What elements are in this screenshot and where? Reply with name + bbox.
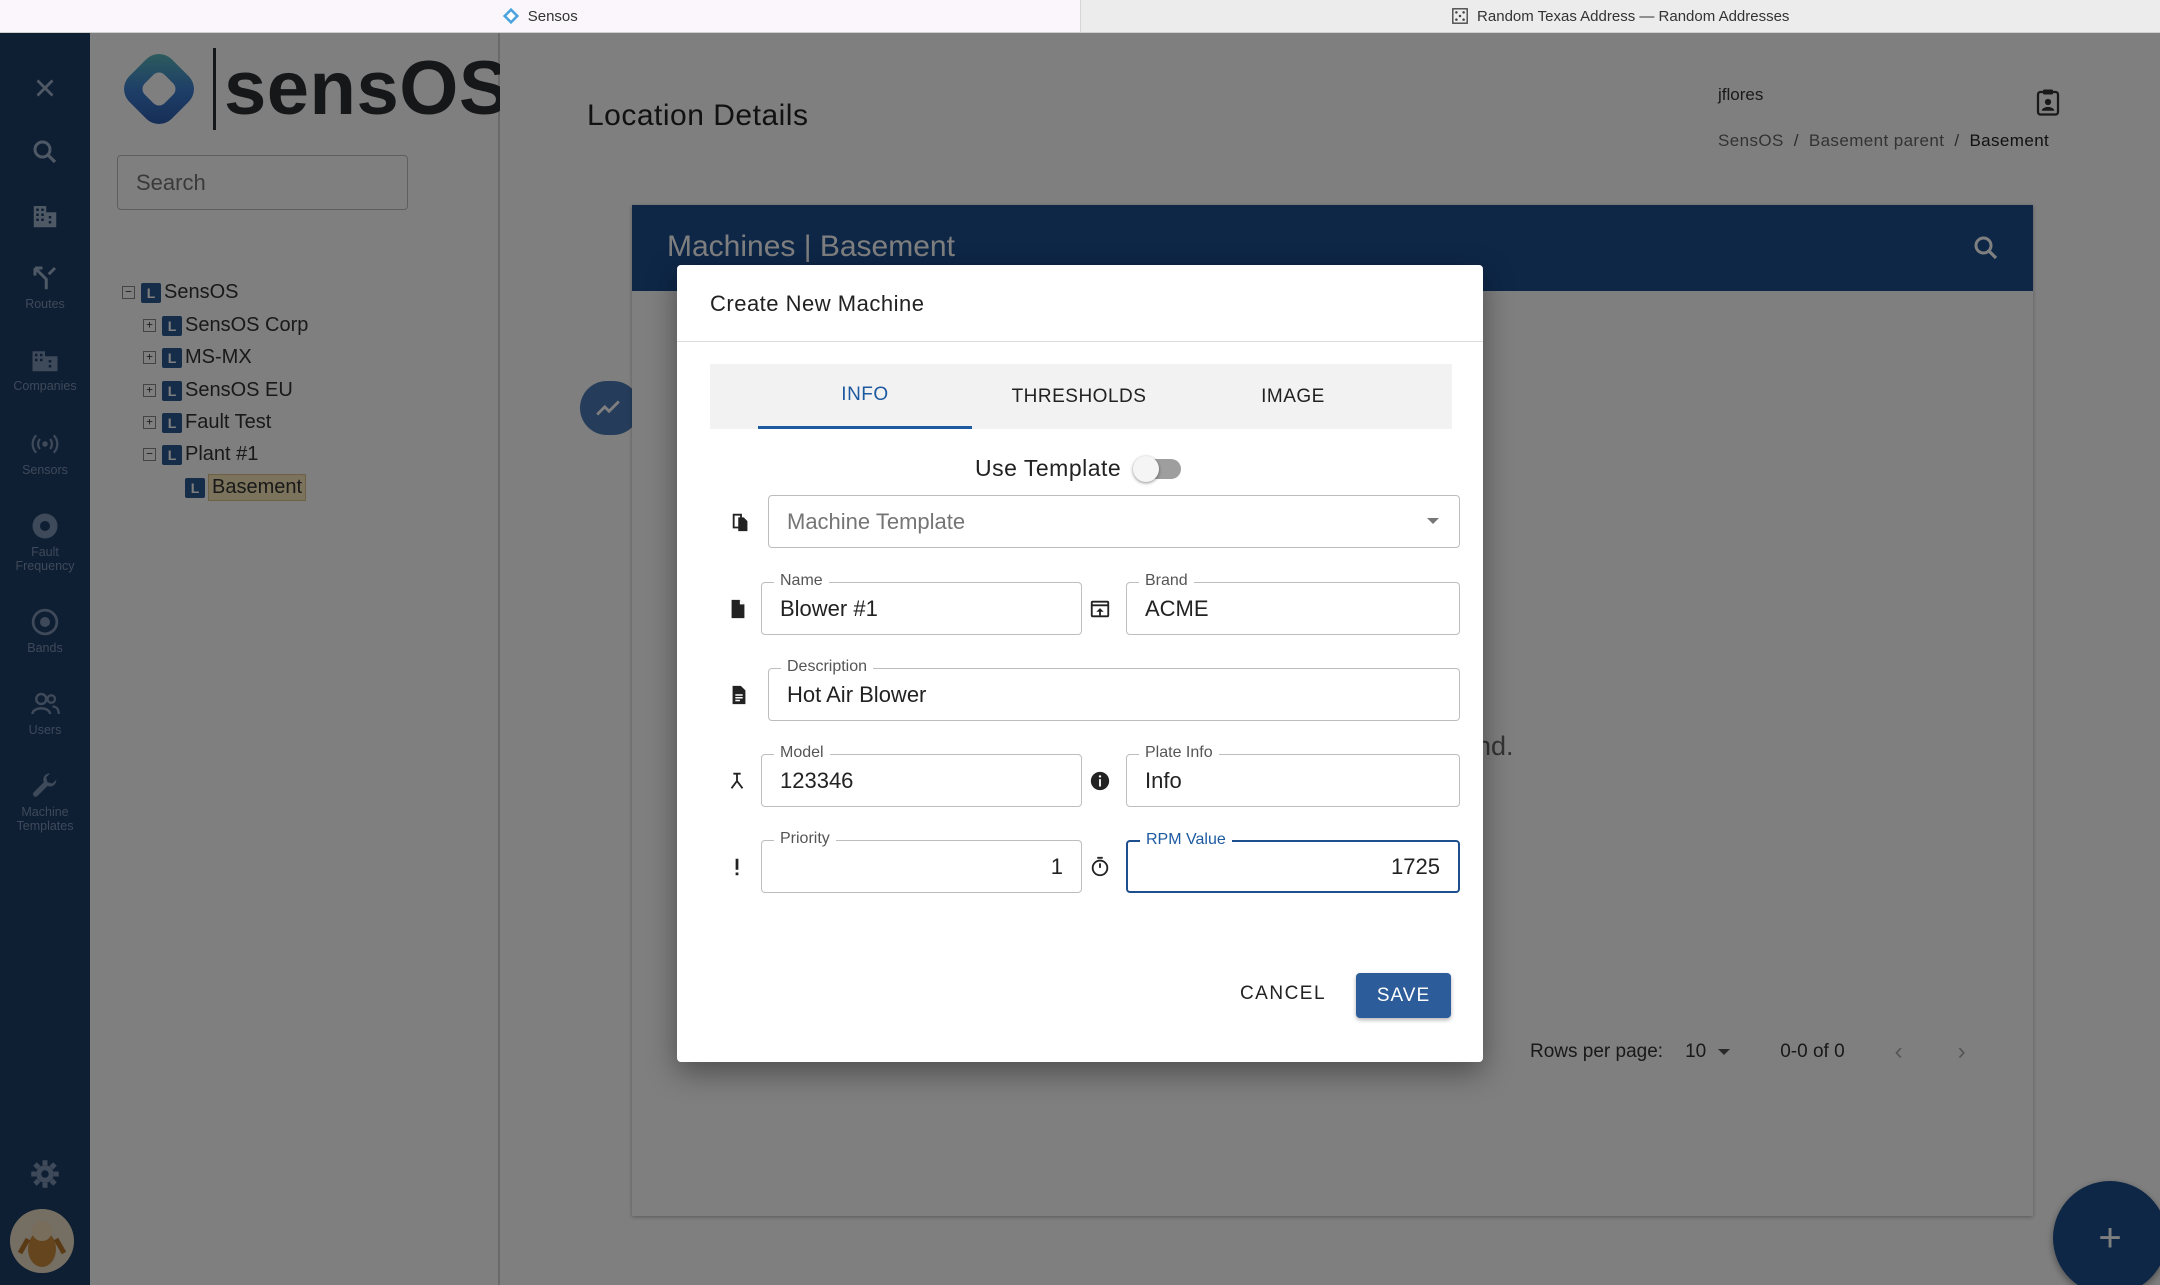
plate-info-input[interactable]	[1127, 755, 1459, 806]
model-field[interactable]: Model	[761, 744, 1082, 807]
document-icon	[731, 599, 745, 619]
priority-icon	[735, 858, 739, 876]
cancel-button[interactable]: CANCEL	[1233, 972, 1333, 1016]
save-button[interactable]: SAVE	[1356, 973, 1451, 1018]
brand-input[interactable]	[1127, 583, 1459, 634]
dialog-title: Create New Machine	[710, 291, 925, 316]
rpm-value-input[interactable]	[1128, 842, 1458, 891]
machine-template-input[interactable]	[769, 496, 1459, 547]
tab-image[interactable]: IMAGE	[1186, 364, 1400, 429]
rpm-value-label: RPM Value	[1140, 831, 1232, 849]
model-icon	[730, 772, 744, 789]
plate-info-field[interactable]: Plate Info	[1126, 744, 1460, 807]
description-icon	[732, 685, 746, 705]
app-root: Sensos Random Texas Address — Random Add…	[0, 0, 2160, 1285]
name-input[interactable]	[762, 583, 1081, 634]
tab-info[interactable]: INFO	[758, 364, 972, 429]
brand-label: Brand	[1139, 572, 1194, 590]
rpm-value-field[interactable]: RPM Value	[1126, 831, 1460, 893]
dice-icon	[1452, 8, 1468, 24]
browser-tab-label: Sensos	[527, 7, 578, 25]
use-template-row: Use Template	[975, 455, 1182, 482]
model-input[interactable]	[762, 755, 1081, 806]
description-field[interactable]: Description	[768, 658, 1460, 721]
chevron-down-icon	[1427, 518, 1439, 524]
brand-field[interactable]: Brand	[1126, 572, 1460, 635]
sensos-favicon	[502, 7, 519, 25]
model-label: Model	[774, 744, 830, 762]
priority-label: Priority	[774, 830, 836, 848]
file-copy-icon	[732, 513, 748, 532]
toggle-knob	[1133, 455, 1160, 482]
tab-thresholds[interactable]: THRESHOLDS	[972, 364, 1186, 429]
description-input[interactable]	[769, 669, 1459, 720]
plate-info-label: Plate Info	[1139, 744, 1219, 762]
timer-icon	[1091, 856, 1109, 877]
browser-tab-label: Random Texas Address — Random Addresses	[1477, 7, 1790, 25]
name-field[interactable]: Name	[761, 572, 1082, 635]
brand-icon	[1090, 600, 1110, 618]
dialog-divider	[677, 341, 1483, 342]
dialog-tabs: INFO THRESHOLDS IMAGE	[710, 364, 1452, 429]
machine-template-select[interactable]	[768, 495, 1460, 548]
use-template-toggle[interactable]	[1133, 455, 1182, 482]
info-icon	[1090, 771, 1110, 791]
browser-tab-bar: Sensos Random Texas Address — Random Add…	[0, 0, 2160, 33]
priority-field[interactable]: Priority	[761, 830, 1082, 893]
priority-input[interactable]	[762, 841, 1081, 892]
browser-tab-random-address[interactable]: Random Texas Address — Random Addresses	[1081, 0, 2160, 32]
name-label: Name	[774, 572, 829, 590]
description-label: Description	[781, 658, 874, 676]
create-machine-dialog: Create New Machine INFO THRESHOLDS IMAGE…	[677, 265, 1483, 1062]
browser-tab-sensos[interactable]: Sensos	[0, 0, 1081, 32]
use-template-label: Use Template	[975, 455, 1122, 481]
